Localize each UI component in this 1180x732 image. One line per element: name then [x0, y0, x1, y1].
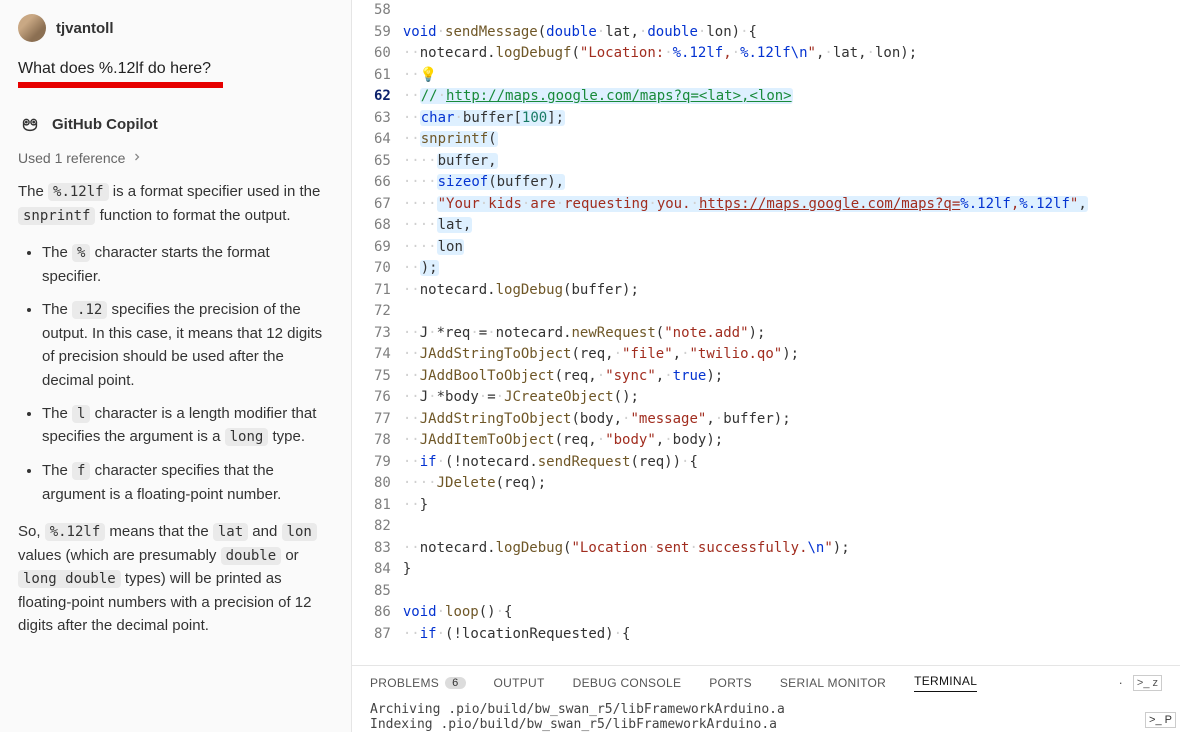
code-editor[interactable]: 5859606162636465666768697071727374757677…	[352, 0, 1180, 665]
chevron-right-icon	[131, 150, 143, 166]
panel-actions: · >_ z	[1119, 675, 1162, 691]
problems-badge: 6	[445, 677, 465, 689]
code-snippet: %.12lf	[48, 183, 109, 201]
chat-sidebar: tjvantoll What does %.12lf do here? GitH…	[0, 0, 352, 732]
editor-pane: 5859606162636465666768697071727374757677…	[352, 0, 1180, 732]
answer-closing: So, %.12lf means that the lat and lon va…	[18, 520, 333, 638]
user-question: What does %.12lf do here?	[18, 60, 333, 78]
username: tjvantoll	[56, 20, 114, 37]
tab-ports[interactable]: PORTS	[709, 676, 752, 690]
list-item: The l character is a length modifier tha…	[42, 402, 333, 449]
list-item: The .12 specifies the precision of the o…	[42, 298, 333, 391]
minimize-icon[interactable]: ·	[1119, 675, 1123, 691]
references-label: Used 1 reference	[18, 150, 125, 166]
panel-tabs: PROBLEMS6 OUTPUT DEBUG CONSOLE PORTS SER…	[370, 674, 1162, 692]
references-toggle[interactable]: Used 1 reference	[18, 150, 333, 166]
copilot-name: GitHub Copilot	[52, 116, 158, 133]
terminal-output[interactable]: Archiving .pio/build/bw_swan_r5/libFrame…	[370, 702, 1162, 732]
answer-intro: The %.12lf is a format specifier used in…	[18, 180, 333, 227]
bottom-panel: PROBLEMS6 OUTPUT DEBUG CONSOLE PORTS SER…	[352, 665, 1180, 732]
shell-z-icon[interactable]: >_ z	[1133, 675, 1162, 691]
answer-bullets: The % character starts the format specif…	[18, 241, 333, 506]
tab-debug-console[interactable]: DEBUG CONSOLE	[573, 676, 682, 690]
copilot-icon	[18, 112, 42, 136]
line-gutter: 5859606162636465666768697071727374757677…	[352, 0, 403, 665]
copilot-answer: The %.12lf is a format specifier used in…	[18, 180, 333, 638]
tab-problems[interactable]: PROBLEMS6	[370, 676, 466, 690]
shell-p-icon[interactable]: >_ P	[1145, 712, 1176, 728]
tab-serial-monitor[interactable]: SERIAL MONITOR	[780, 676, 886, 690]
avatar	[18, 14, 46, 42]
user-row: tjvantoll	[18, 14, 333, 42]
copilot-header: GitHub Copilot	[18, 112, 333, 136]
question-highlight	[18, 82, 223, 88]
list-item: The % character starts the format specif…	[42, 241, 333, 288]
code-content[interactable]: void·sendMessage(double·lat,·double·lon)…	[403, 0, 1180, 665]
list-item: The f character specifies that the argum…	[42, 459, 333, 506]
tab-output[interactable]: OUTPUT	[494, 676, 545, 690]
code-snippet: snprintf	[18, 207, 95, 225]
tab-terminal[interactable]: TERMINAL	[914, 674, 977, 692]
